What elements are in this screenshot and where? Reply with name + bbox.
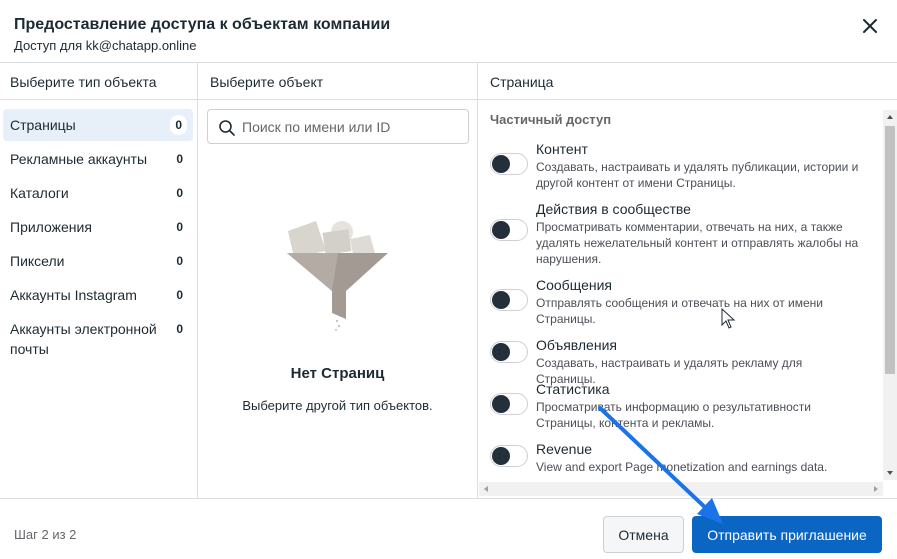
funnel-illustration [287,221,388,331]
send-invitation-button[interactable]: Отправить приглашение [692,516,882,553]
object-type-count: 0 [176,288,183,302]
object-type-count: 0 [176,254,183,268]
scroll-down-arrow-icon[interactable] [883,466,897,480]
object-type-label: Аккаунты Instagram [10,287,137,303]
permission-description: Отправлять сообщения и отвечать на них о… [536,296,823,326]
partial-access-label: Частичный доступ [490,112,612,127]
permission-title: Сообщения [536,277,612,293]
empty-state-description: Выберите другой тип объектов. [242,398,433,413]
dialog-footer: Шаг 2 из 2 Отмена Отправить приглашение [0,498,897,559]
object-type-count: 0 [176,152,183,166]
step-indicator: Шаг 2 из 2 [14,527,77,542]
close-icon [863,19,877,33]
dialog-subtitle: Доступ для kk@chatapp.online [14,38,197,53]
permission-title: Действия в сообществе [536,201,691,217]
scroll-right-arrow-icon[interactable] [869,482,883,496]
object-type-label: Аккаунты электронной почты [10,321,157,357]
object-type-label: Рекламные аккаунты [10,151,148,167]
object-type-count: 0 [176,322,183,336]
permission-toggle[interactable] [490,393,528,415]
object-type-catalogs[interactable]: Каталоги 0 [3,177,193,209]
permission-description: Просматривать информацию о результативно… [536,400,811,430]
object-type-ad-accounts[interactable]: Рекламные аккаунты 0 [3,143,193,175]
permissions-vertical-scrollbar[interactable] [883,110,897,480]
permission-title: Контент [536,141,588,157]
permission-toggle[interactable] [490,289,528,311]
dialog-body: Выберите тип объекта Выберите объект Стр… [0,62,897,499]
scrollbar-thumb[interactable] [885,126,895,374]
object-type-list: Страницы 0 Рекламные аккаунты 0 Каталоги… [3,109,193,367]
permission-toggle[interactable] [490,219,528,241]
permission-toggle[interactable] [490,445,528,467]
toggle-knob [492,395,510,413]
object-type-column-header: Выберите тип объекта [0,63,197,100]
permission-title: Revenue [536,441,593,457]
toggle-knob [492,155,510,173]
search-icon [219,120,235,136]
permission-title: Объявления [536,337,617,353]
toggle-knob [492,291,510,309]
column-divider [477,63,478,499]
permission-title: Статистика [536,381,610,397]
permission-description: View and export Page monetization and ea… [536,460,828,474]
object-type-instagram-accounts[interactable]: Аккаунты Instagram 0 [3,279,193,311]
permissions-panel: Частичный доступ Контент Создавать, наст… [479,101,897,499]
object-type-pages[interactable]: Страницы 0 [3,109,193,141]
object-type-label: Каталоги [10,185,69,201]
toggle-knob [492,447,510,465]
scroll-up-arrow-icon[interactable] [883,110,897,124]
object-type-pixels[interactable]: Пиксели 0 [3,245,193,277]
object-column-header: Выберите объект [198,63,477,100]
object-search-input[interactable] [242,117,462,137]
permission-description: Создавать, настраивать и удалять публика… [536,160,859,190]
permission-toggle[interactable] [490,341,528,363]
close-button[interactable] [858,14,882,38]
object-type-email-accounts[interactable]: Аккаунты электронной почты 0 [3,313,193,365]
object-type-count: 0 [176,220,183,234]
toggle-knob [492,343,510,361]
scroll-left-arrow-icon[interactable] [479,482,493,496]
object-type-label: Пиксели [10,253,65,269]
cancel-button[interactable]: Отмена [603,516,684,553]
object-search-box [207,109,469,144]
object-type-label: Приложения [10,219,92,235]
permission-toggle[interactable] [490,153,528,175]
dialog-title: Предоставление доступа к объектам компан… [14,16,391,33]
empty-state-title: Нет Страниц [290,365,385,382]
object-type-count: 0 [176,186,183,200]
page-column-header: Страница [478,63,897,100]
object-type-apps[interactable]: Приложения 0 [3,211,193,243]
dialog-header: Предоставление доступа к объектам компан… [0,0,897,62]
toggle-knob [492,221,510,239]
object-type-label: Страницы [10,117,76,133]
permission-description: Просматривать комментарии, отвечать на н… [536,220,859,266]
column-divider [197,63,198,499]
object-type-count: 0 [170,115,187,135]
permissions-horizontal-scrollbar[interactable] [479,482,883,496]
